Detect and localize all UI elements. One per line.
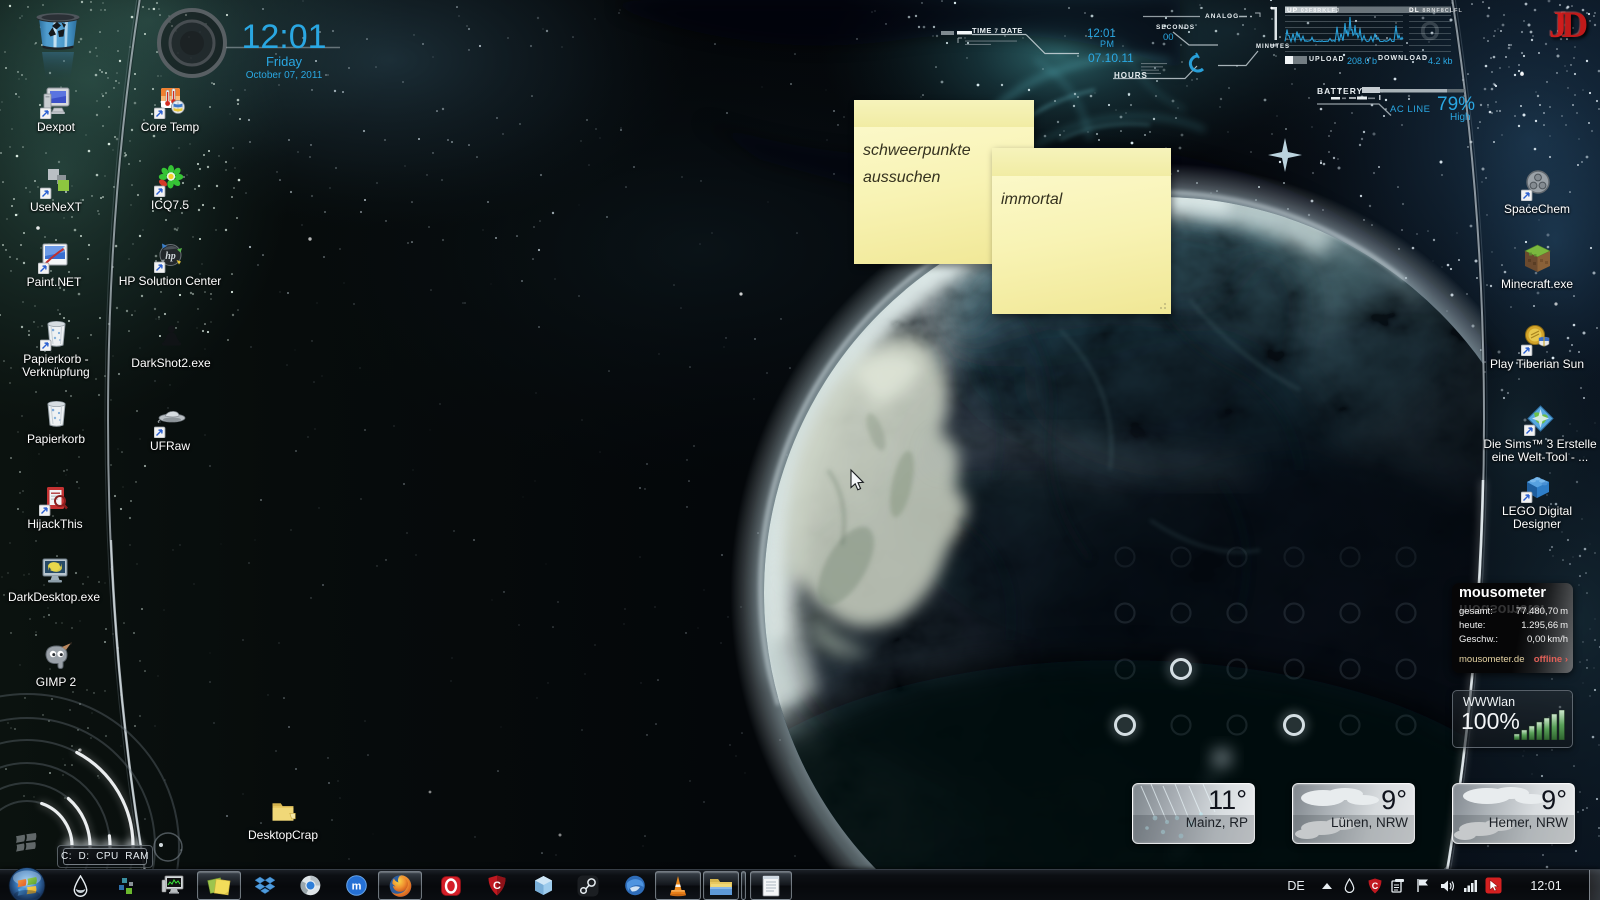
svg-text:m: m <box>351 881 361 893</box>
svg-text:O: O <box>1420 16 1440 46</box>
svg-text:C: C <box>493 880 501 892</box>
svg-text:C: C <box>1372 881 1379 891</box>
svg-text:hp: hp <box>165 251 176 262</box>
